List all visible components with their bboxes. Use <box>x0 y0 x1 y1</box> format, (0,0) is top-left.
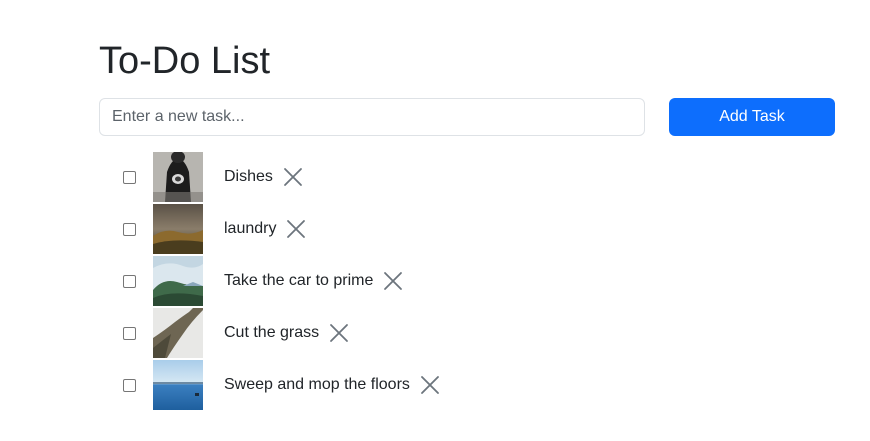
task-checkbox[interactable] <box>123 170 136 184</box>
task-item: Sweep and mop the floors <box>99 359 440 411</box>
task-item: Cut the grass <box>99 307 440 359</box>
delete-task-icon[interactable] <box>283 167 303 187</box>
task-item: laundry <box>99 203 440 255</box>
task-thumbnail-image <box>153 204 203 254</box>
task-item: Dishes <box>99 151 440 203</box>
task-checkbox[interactable] <box>123 274 136 288</box>
task-label: laundry <box>224 220 277 237</box>
delete-task-icon[interactable] <box>286 219 306 239</box>
delete-task-icon[interactable] <box>329 323 349 343</box>
task-checkbox[interactable] <box>123 378 136 392</box>
add-task-button[interactable]: Add Task <box>669 98 835 136</box>
task-label: Sweep and mop the floors <box>224 376 410 393</box>
task-thumbnail-image <box>153 256 203 306</box>
new-task-input[interactable] <box>99 98 645 136</box>
task-item: Take the car to prime <box>99 255 440 307</box>
task-thumbnail-image <box>153 308 203 358</box>
task-thumbnail-image <box>153 360 203 410</box>
delete-task-icon[interactable] <box>420 375 440 395</box>
task-label: Take the car to prime <box>224 272 374 289</box>
task-label: Dishes <box>224 168 273 185</box>
page-title: To-Do List <box>99 40 271 82</box>
task-checkbox[interactable] <box>123 326 136 340</box>
task-thumbnail-image <box>153 152 203 202</box>
task-checkbox[interactable] <box>123 222 136 236</box>
task-label: Cut the grass <box>224 324 320 341</box>
delete-task-icon[interactable] <box>383 271 403 291</box>
task-list: Dishes laundry Take the car to prime Cut… <box>99 151 440 411</box>
